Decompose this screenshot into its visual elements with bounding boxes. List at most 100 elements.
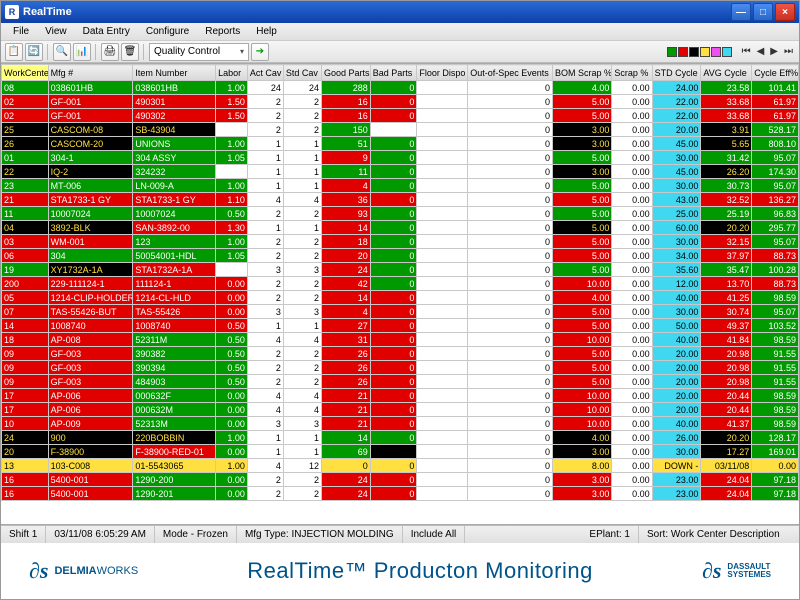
menu-help[interactable]: Help	[248, 24, 285, 39]
table-row[interactable]: 03WM-0011231.002218005.000.0030.0032.159…	[2, 235, 799, 249]
cell: 0.00	[612, 249, 652, 263]
table-row[interactable]: 200229-111124-1111124-10.0022420010.000.…	[2, 277, 799, 291]
col-header[interactable]: Cycle Eff%	[752, 65, 799, 81]
nav-next[interactable]: ▶	[768, 45, 780, 58]
table-row[interactable]: 14100874010087400.501127005.000.0050.004…	[2, 319, 799, 333]
cell: 111124-1	[133, 277, 216, 291]
col-header[interactable]: BOM Scrap %	[553, 65, 612, 81]
table-row[interactable]: 22IQ-23242321111003.000.0045.0026.20174.…	[2, 165, 799, 179]
go-button[interactable]: ➔	[251, 43, 269, 61]
cell: 2	[247, 109, 283, 123]
cell: 20.98	[701, 375, 752, 389]
table-row[interactable]: 17AP-006000632F0.0044210010.000.0020.002…	[2, 389, 799, 403]
table-row[interactable]: 26CASCOM-20UNIONS1.001151003.000.0045.00…	[2, 137, 799, 151]
table-row[interactable]: 09GF-0033903820.502226005.000.0020.0020.…	[2, 347, 799, 361]
table-row[interactable]: 08038601HB038601HB1.002424288004.000.002…	[2, 81, 799, 95]
table-row[interactable]: 13103-C00801-55430651.004120008.000.00DO…	[2, 459, 799, 473]
col-header[interactable]: Act Cav	[247, 65, 283, 81]
table-row[interactable]: 20F-38900F-38900-RED-010.00116903.000.00…	[2, 445, 799, 459]
brand-works: WORKS	[97, 565, 139, 577]
table-row[interactable]: 165400-0011290-2010.002224003.000.0023.0…	[2, 487, 799, 501]
toolbar-button[interactable]: 🔄	[25, 43, 43, 61]
col-header[interactable]: Scrap %	[612, 65, 652, 81]
table-row[interactable]: 09GF-0034849030.502226005.000.0020.0020.…	[2, 375, 799, 389]
table-row[interactable]: 18AP-00852311M0.5044310010.000.0040.0041…	[2, 333, 799, 347]
cell: GF-003	[48, 361, 133, 375]
cell: 484903	[133, 375, 216, 389]
menu-view[interactable]: View	[37, 24, 75, 39]
table-row[interactable]: 1110007024100070240.502293005.000.0025.0…	[2, 207, 799, 221]
cell: 0.00	[612, 193, 652, 207]
cell	[417, 375, 468, 389]
quality-combo[interactable]: Quality Control	[149, 43, 249, 61]
table-row[interactable]: 23MT-006LN-009-A1.00114005.000.0030.0030…	[2, 179, 799, 193]
maximize-button[interactable]: □	[753, 3, 773, 21]
col-header[interactable]: Std Cav	[283, 65, 321, 81]
menu-configure[interactable]: Configure	[138, 24, 197, 39]
toolbar-button[interactable]: 📋	[5, 43, 23, 61]
cell: 0.50	[216, 319, 248, 333]
table-row[interactable]: 02GF-0014903011.502216005.000.0022.0033.…	[2, 95, 799, 109]
cell	[417, 151, 468, 165]
cell: 1008740	[133, 319, 216, 333]
cell: 2	[283, 123, 321, 137]
col-header[interactable]: Mfg #	[48, 65, 133, 81]
cell: 5.00	[553, 95, 612, 109]
col-header[interactable]: STD Cycle	[652, 65, 701, 81]
cell: 0	[370, 333, 417, 347]
table-row[interactable]: 09GF-0033903940.502226005.000.0020.0020.…	[2, 361, 799, 375]
table-row[interactable]: 043892-BLKSAN-3892-001.301114005.000.006…	[2, 221, 799, 235]
cell: 03/11/08	[701, 459, 752, 473]
close-button[interactable]: ×	[775, 3, 795, 21]
cell: 30.00	[652, 235, 701, 249]
cell: 2	[247, 235, 283, 249]
menu-file[interactable]: File	[5, 24, 37, 39]
col-header[interactable]: WorkCente	[2, 65, 49, 81]
cell: 0	[370, 235, 417, 249]
table-row[interactable]: 24900220BOBBIN1.001114004.000.0026.0020.…	[2, 431, 799, 445]
table-row[interactable]: 21STA1733-1 GYSTA1733-1 GY1.104436005.00…	[2, 193, 799, 207]
col-header[interactable]: Floor Dispo	[417, 65, 468, 81]
toolbar-button[interactable]: 📊	[73, 43, 91, 61]
col-header[interactable]: Out-of-Spec Events	[468, 65, 553, 81]
cell	[417, 235, 468, 249]
cell: 0.00	[612, 445, 652, 459]
data-grid[interactable]: WorkCenteMfg #Item NumberLaborAct CavStd…	[1, 63, 799, 525]
col-header[interactable]: Labor	[216, 65, 248, 81]
cell: 4.00	[553, 431, 612, 445]
menu-reports[interactable]: Reports	[197, 24, 248, 39]
cell: 3	[283, 305, 321, 319]
table-row[interactable]: 17AP-006000632M0.0044210010.000.0020.002…	[2, 403, 799, 417]
menu-data-entry[interactable]: Data Entry	[75, 24, 138, 39]
table-row[interactable]: 25CASCOM-08SB-439042215003.000.0020.003.…	[2, 123, 799, 137]
nav-prev[interactable]: ◀	[755, 45, 767, 58]
status-bar: Shift 1 03/11/08 6:05:29 AM Mode - Froze…	[1, 525, 799, 543]
cell: 5.00	[553, 207, 612, 221]
cell: 4.00	[553, 291, 612, 305]
table-row[interactable]: 19XY1732A-1ASTA1732A-1A3324005.000.0035.…	[2, 263, 799, 277]
table-row[interactable]: 02GF-0014903021.502216005.000.0022.0033.…	[2, 109, 799, 123]
nav-last[interactable]: ⏭	[782, 45, 795, 58]
toolbar-button[interactable]: 🖨	[101, 43, 119, 61]
table-row[interactable]: 051214-CLIP-HOLDER1214-CL-HLD0.002214004…	[2, 291, 799, 305]
cell: 4	[247, 193, 283, 207]
cell: 0.00	[612, 221, 652, 235]
table-row[interactable]: 07TAS-55426-BUTTAS-554260.00334005.000.0…	[2, 305, 799, 319]
cell: 390394	[133, 361, 216, 375]
table-row[interactable]: 01304-1304 ASSY1.05119005.000.0030.0031.…	[2, 151, 799, 165]
nav-first[interactable]: ⏮	[740, 45, 753, 58]
table-row[interactable]: 10AP-00952313M0.0033210010.000.0040.0041…	[2, 417, 799, 431]
title-bar: R RealTime — □ ×	[1, 1, 799, 23]
col-header[interactable]: Item Number	[133, 65, 216, 81]
cell: 21	[322, 403, 371, 417]
table-row[interactable]: 165400-0011290-2000.002224003.000.0023.0…	[2, 473, 799, 487]
col-header[interactable]: AVG Cycle	[701, 65, 752, 81]
cell: 4.00	[553, 81, 612, 95]
col-header[interactable]: Bad Parts	[370, 65, 417, 81]
table-row[interactable]: 0630450054001-HDL1.052220005.000.0034.00…	[2, 249, 799, 263]
toolbar-button[interactable]: 🔍	[53, 43, 71, 61]
toolbar-button[interactable]: 🗑	[121, 43, 139, 61]
minimize-button[interactable]: —	[731, 3, 751, 21]
cell: 08	[2, 81, 49, 95]
col-header[interactable]: Good Parts	[322, 65, 371, 81]
